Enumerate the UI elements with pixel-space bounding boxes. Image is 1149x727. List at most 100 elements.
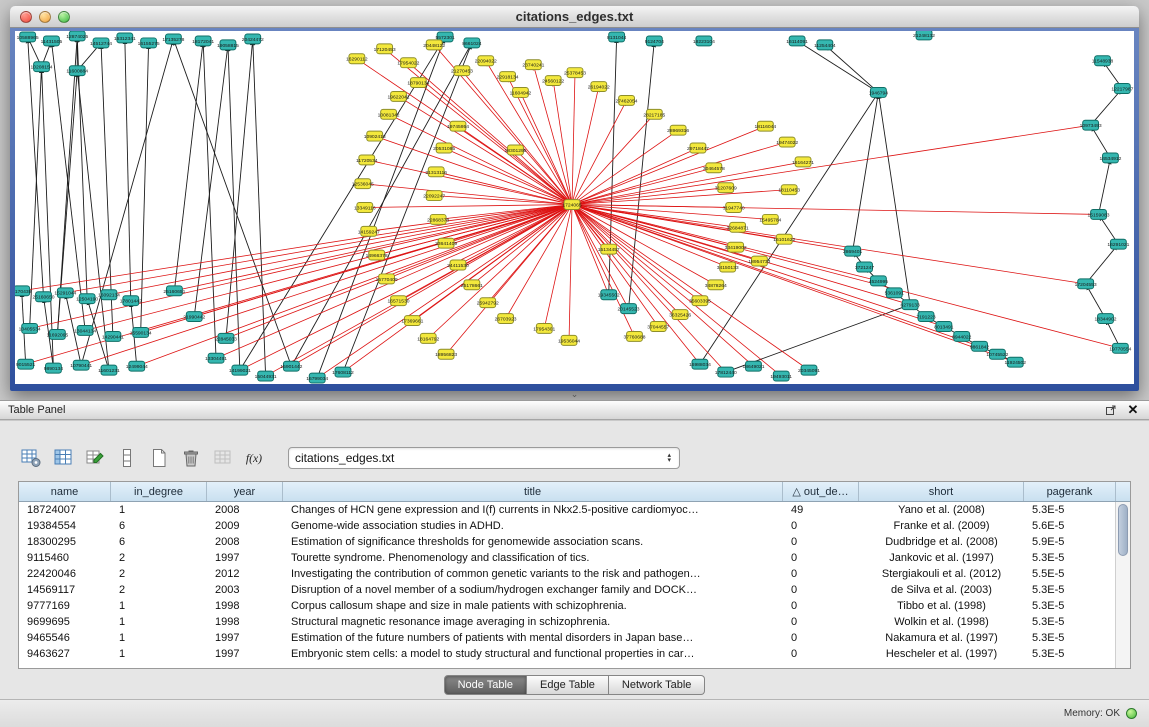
network-graph[interactable]: 1058896511431505128740251451274415312341… xyxy=(15,31,1134,384)
graph-node[interactable]: 10405534 xyxy=(19,324,41,334)
graph-node[interactable]: 22918134 xyxy=(497,72,519,82)
graph-node[interactable]: 14199021 xyxy=(229,365,251,375)
graph-node[interactable]: 11924502 xyxy=(1004,357,1026,367)
graph-node[interactable]: 16164271 xyxy=(792,157,814,167)
graph-node[interactable]: 22094022 xyxy=(475,56,497,66)
graph-node[interactable]: 24411530 xyxy=(447,260,469,270)
graph-node[interactable]: 13304491 xyxy=(205,353,227,363)
graph-node[interactable]: 25160651 xyxy=(163,286,185,296)
graph-node[interactable]: 16092134 xyxy=(98,290,120,300)
graph-node[interactable]: 6279133 xyxy=(901,300,920,310)
graph-node[interactable]: 10588965 xyxy=(17,32,39,42)
graph-node[interactable]: 12504190 xyxy=(76,294,98,304)
graph-node[interactable]: 19622041 xyxy=(388,91,410,101)
graph-node[interactable]: 17801442 xyxy=(120,296,142,306)
graph-node[interactable]: 11692095 xyxy=(47,329,69,339)
table-settings-icon[interactable] xyxy=(18,445,44,471)
graph-node[interactable]: 18301295 xyxy=(505,145,527,155)
graph-node[interactable]: 21990442 xyxy=(183,312,205,322)
graph-node[interactable]: 25942792 xyxy=(477,298,499,308)
graph-node[interactable]: 17120453 xyxy=(374,44,396,54)
graph-node[interactable]: 18164792 xyxy=(417,333,439,343)
graph-node[interactable]: 23740241 xyxy=(522,60,544,70)
graph-node[interactable]: 16988034 xyxy=(689,359,711,369)
column-select-icon[interactable] xyxy=(50,445,76,471)
column-header-title[interactable]: title xyxy=(283,482,783,501)
zoom-window-button[interactable] xyxy=(58,11,70,23)
graph-node[interactable]: 16155275 xyxy=(138,38,160,48)
rows-icon[interactable] xyxy=(114,445,140,471)
table-row[interactable]: 969969511998Structural magnetic resonanc… xyxy=(19,614,1130,630)
graph-node[interactable]: 8131044 xyxy=(607,32,626,42)
close-panel-icon[interactable]: ✕ xyxy=(1125,403,1141,417)
graph-node[interactable]: 17812440 xyxy=(715,367,737,377)
column-header-name[interactable]: name xyxy=(19,482,111,501)
graph-node[interactable]: 16114091 xyxy=(786,36,808,46)
graph-node[interactable]: 15134457 xyxy=(598,244,620,254)
graph-node[interactable]: 31947740 xyxy=(723,203,745,213)
graph-node[interactable]: 37760688 xyxy=(624,331,646,341)
graph-node[interactable]: 18116044 xyxy=(755,121,777,131)
graph-node[interactable]: 24560122 xyxy=(542,76,564,86)
graph-node[interactable]: 8944022 xyxy=(952,331,971,341)
graph-node[interactable]: 11254404 xyxy=(814,40,836,50)
graph-node[interactable]: 22868378 xyxy=(427,214,449,224)
function-icon[interactable]: f(x) xyxy=(242,445,268,471)
graph-node[interactable]: 8013491 xyxy=(934,322,953,332)
graph-node[interactable]: 16101622 xyxy=(773,234,795,244)
panel-resize-handle[interactable]: ⌄ xyxy=(0,391,1149,400)
graph-node[interactable]: 14534912 xyxy=(1099,153,1121,163)
graph-node[interactable]: 25378453 xyxy=(564,68,586,78)
graph-node[interactable]: 11600884 xyxy=(66,66,88,76)
column-header-in_degree[interactable]: in_degree xyxy=(111,482,207,501)
graph-node[interactable]: 8661024 xyxy=(462,38,481,48)
graph-node[interactable]: 16571530 xyxy=(388,296,410,306)
graph-node[interactable]: 12874025 xyxy=(66,31,88,41)
table-scrollbar[interactable] xyxy=(1115,502,1130,668)
graph-node[interactable]: 21313116 xyxy=(425,167,447,177)
graph-node[interactable]: 20145523 xyxy=(618,304,640,314)
table-row[interactable]: 946554611997Estimation of the future num… xyxy=(19,630,1130,646)
graph-node[interactable]: 14512744 xyxy=(90,38,112,48)
graph-node[interactable]: 16291021 xyxy=(1107,239,1129,249)
graph-node[interactable]: 17608112 xyxy=(332,367,354,377)
graph-node[interactable]: 26194022 xyxy=(588,82,610,92)
graph-node[interactable]: 18954733 xyxy=(748,256,770,266)
graph-node[interactable]: 28217185 xyxy=(643,109,665,119)
graph-node[interactable]: 9861842 xyxy=(970,341,989,351)
graph-node[interactable]: 27462054 xyxy=(616,95,638,105)
graph-node[interactable]: 28969316 xyxy=(667,125,689,135)
graph-node[interactable]: 2869401 xyxy=(843,246,862,256)
table-source-select[interactable]: citations_edges.txt ▴▾ xyxy=(288,447,680,469)
graph-node[interactable]: 19345502 xyxy=(598,290,620,300)
graph-node[interactable]: 18956823 xyxy=(435,349,457,359)
graph-node[interactable]: 20345091 xyxy=(798,365,820,375)
tab-network-table[interactable]: Network Table xyxy=(609,675,706,695)
window-titlebar[interactable]: citations_edges.txt xyxy=(10,6,1139,28)
graph-node[interactable]: 34150133 xyxy=(717,262,739,272)
graph-node[interactable]: 17369661 xyxy=(401,316,423,326)
graph-node[interactable]: 10973493 xyxy=(1080,120,1102,130)
table-row[interactable]: 1872400712008Changes of HCN gene express… xyxy=(19,502,1130,518)
graph-node[interactable]: 9890134 xyxy=(44,363,63,373)
graph-node[interactable]: 19536044 xyxy=(558,335,580,345)
graph-node[interactable]: 20448122 xyxy=(423,40,445,50)
table-row[interactable]: 1938455462009Genome-wide association stu… xyxy=(19,518,1130,534)
graph-node[interactable]: 13349116 xyxy=(354,203,376,213)
graph-node[interactable]: 21248132 xyxy=(913,31,935,40)
table-row[interactable]: 977716911998Corpus callosum shape and si… xyxy=(19,598,1130,614)
graph-node[interactable]: 25178661 xyxy=(461,280,483,290)
graph-node[interactable]: 29718447 xyxy=(687,143,709,153)
graph-node[interactable]: 36325426 xyxy=(669,310,691,320)
minimize-window-button[interactable] xyxy=(39,11,51,23)
column-header-out_degree[interactable]: △ out_de… xyxy=(783,482,859,501)
edit-table-icon[interactable] xyxy=(82,445,108,471)
graph-node[interactable]: 1724065 xyxy=(562,200,581,210)
graph-node[interactable]: 22092247 xyxy=(423,191,445,201)
graph-node[interactable]: 17204553 xyxy=(1075,279,1097,289)
graph-node[interactable]: 13044134 xyxy=(74,325,96,335)
graph-node[interactable]: 15291044 xyxy=(54,288,76,298)
graph-node[interactable]: 20531085 xyxy=(433,143,455,153)
graph-node[interactable]: 1946794 xyxy=(869,88,888,98)
graph-node[interactable]: 16290112 xyxy=(346,54,368,64)
